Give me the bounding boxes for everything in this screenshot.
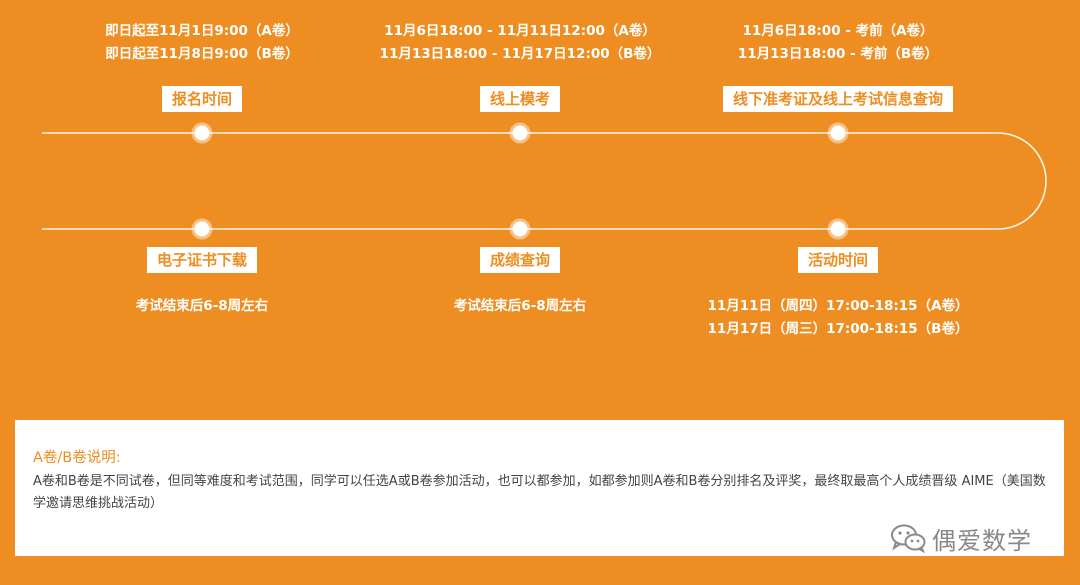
step-registration-dates: 即日起至11月1日9:00（A卷） 即日起至11月8日9:00（B卷） [42, 20, 362, 66]
step-mock-exam-dates: 11月6日18:00 - 11月11日12:00（A卷） 11月13日18:00… [360, 20, 680, 66]
step-event-time-dates: 11月11日（周四）17:00-18:15（A卷） 11月17日（周三）17:0… [678, 295, 998, 341]
panel-body: A卷和B卷是不同试卷，但同等难度和考试范围，同学可以任选A或B卷参加活动，也可以… [33, 474, 1046, 511]
step-certificate-label: 电子证书下载 [146, 247, 258, 273]
wechat-icon [891, 524, 926, 553]
step-score-query-dates: 考试结束后6-8周左右 [360, 295, 680, 318]
step-score-query-label: 成绩查询 [479, 247, 561, 273]
date-line: 即日起至11月8日9:00（B卷） [105, 46, 299, 62]
date-line: 11月13日18:00 - 11月17日12:00（B卷） [379, 46, 661, 62]
watermark-text: 偶爱数学 [932, 526, 1032, 555]
step-mock-exam-label: 线上模考 [479, 86, 561, 112]
timeline-node [194, 125, 210, 141]
step-admission-ticket-dates: 11月6日18:00 - 考前（A卷） 11月13日18:00 - 考前（B卷） [678, 20, 998, 66]
timeline-node [830, 125, 846, 141]
date-line: 考试结束后6-8周左右 [453, 298, 587, 314]
timeline-line [42, 132, 1047, 230]
timeline-node [194, 221, 210, 237]
date-line: 11月11日（周四）17:00-18:15（A卷） [707, 298, 969, 314]
step-certificate-dates: 考试结束后6-8周左右 [42, 295, 362, 318]
date-line: 考试结束后6-8周左右 [135, 298, 269, 314]
date-line: 11月17日（周三）17:00-18:15（B卷） [707, 321, 969, 337]
date-line: 即日起至11月1日9:00（A卷） [105, 23, 299, 39]
watermark: 偶爱数学 [890, 518, 1032, 558]
timeline-node [512, 221, 528, 237]
timeline-node [512, 125, 528, 141]
timeline-node [830, 221, 846, 237]
date-line: 11月6日18:00 - 11月11日12:00（A卷） [384, 23, 656, 39]
step-admission-ticket-label: 线下准考证及线上考试信息查询 [722, 86, 954, 112]
step-event-time-label: 活动时间 [797, 247, 879, 273]
panel-title: A卷/B卷说明: [33, 450, 121, 466]
date-line: 11月6日18:00 - 考前（A卷） [742, 23, 934, 39]
step-registration-label: 报名时间 [161, 86, 243, 112]
date-line: 11月13日18:00 - 考前（B卷） [737, 46, 939, 62]
